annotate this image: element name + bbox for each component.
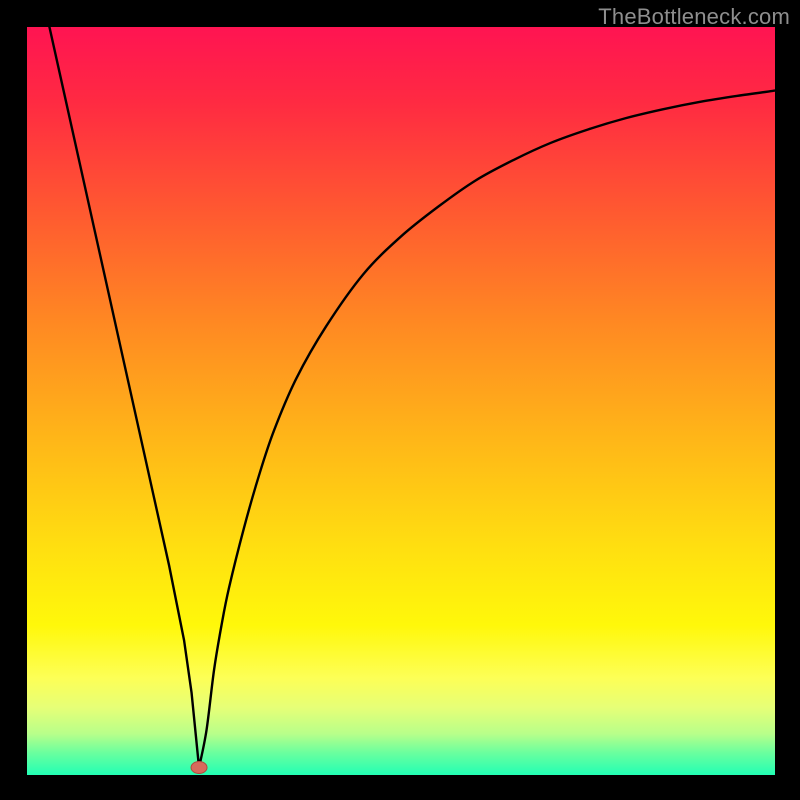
gradient-bg: [27, 27, 775, 775]
watermark-text: TheBottleneck.com: [598, 4, 790, 30]
chart-plot-area: [27, 27, 775, 775]
chart-svg: [27, 27, 775, 775]
optimal-point-marker: [191, 762, 207, 774]
chart-frame: TheBottleneck.com: [0, 0, 800, 800]
